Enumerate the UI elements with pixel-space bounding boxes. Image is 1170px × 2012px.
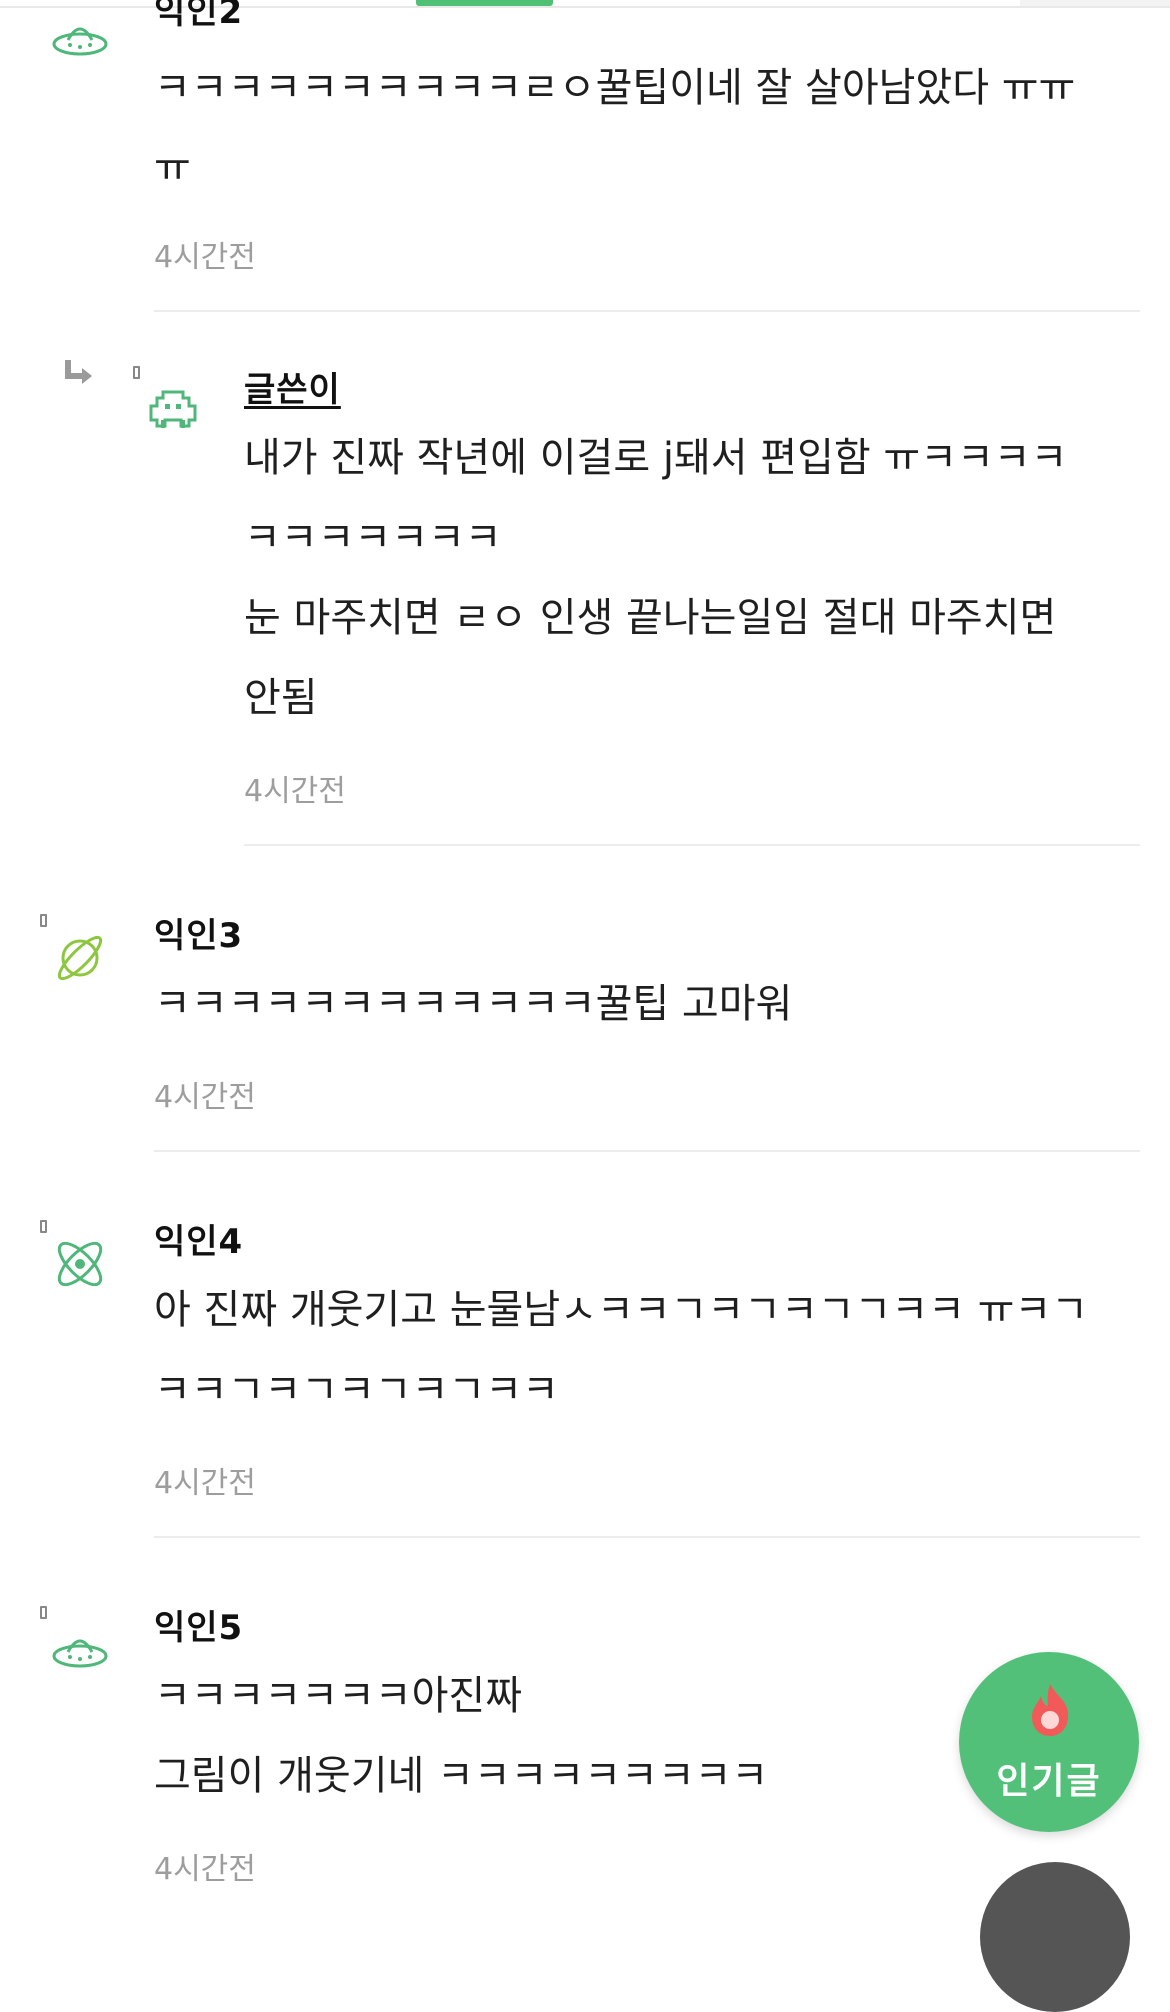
atom-icon[interactable] xyxy=(50,1234,110,1294)
comment-body: ㅋㅋㅋㅋㅋㅋㅋㅋㅋㅋㅋㅋ꿀팁 고마워 xyxy=(154,981,793,1027)
comment-marker-icon xyxy=(133,366,140,379)
active-tab-indicator xyxy=(416,0,553,6)
comment-time: 4시간전 xyxy=(154,1852,256,1887)
comment-time: 4시간전 xyxy=(154,1080,256,1115)
fire-icon xyxy=(1026,1682,1074,1738)
comment-divider xyxy=(154,310,1140,312)
comment-marker-icon xyxy=(40,1606,47,1619)
popular-posts-label: 인기글 xyxy=(996,1761,1102,1802)
comment-author[interactable]: 익인2 xyxy=(154,0,243,33)
comment-time: 4시간전 xyxy=(154,240,256,275)
comment-divider xyxy=(154,1150,1140,1152)
comment-time: 4시간전 xyxy=(154,1466,256,1501)
comment-author[interactable]: 익인4 xyxy=(154,1214,243,1263)
popular-posts-button[interactable]: 인기글 xyxy=(959,1652,1139,1832)
planet-icon[interactable] xyxy=(50,928,110,988)
comment-divider xyxy=(244,844,1140,846)
comment-author[interactable]: 익인5 xyxy=(154,1600,243,1649)
ufo-icon[interactable] xyxy=(50,1620,110,1680)
space-invader-icon[interactable] xyxy=(143,380,203,440)
comment-time: 4시간전 xyxy=(244,774,346,809)
comment-author[interactable]: 글쓴이 xyxy=(244,362,341,411)
comment-body: ㅋㅋㅋㅋㅋㅋㅋㅋㅋㅋㄹㅇ꿀팁이네 잘 살아남았다 ㅠㅠ ㅠ xyxy=(154,65,1076,191)
reply-arrow-icon xyxy=(62,356,96,390)
ufo-icon[interactable] xyxy=(50,8,110,68)
comment-author[interactable]: 익인3 xyxy=(154,908,243,957)
comment-body: 아 진짜 개웃기고 눈물남ㅅㅋㅋㄱㅋㄱㅋㄱㄱㅋㅋ ㅠㅋㄱ ㅋㅋㄱㅋㄱㅋㄱㅋㄱㅋㅋ xyxy=(154,1287,1089,1413)
comment-divider xyxy=(154,1536,1140,1538)
tab-strip-segment xyxy=(1020,0,1170,6)
scroll-top-button[interactable] xyxy=(980,1862,1130,2012)
comment-marker-icon xyxy=(40,914,47,927)
comment-marker-icon xyxy=(40,1220,47,1233)
comment-body: 내가 진짜 작년에 이걸로 j돼서 편입함 ㅠㅋㅋㅋㅋ ㅋㅋㅋㅋㅋㅋㅋ 눈 마주… xyxy=(244,435,1068,721)
